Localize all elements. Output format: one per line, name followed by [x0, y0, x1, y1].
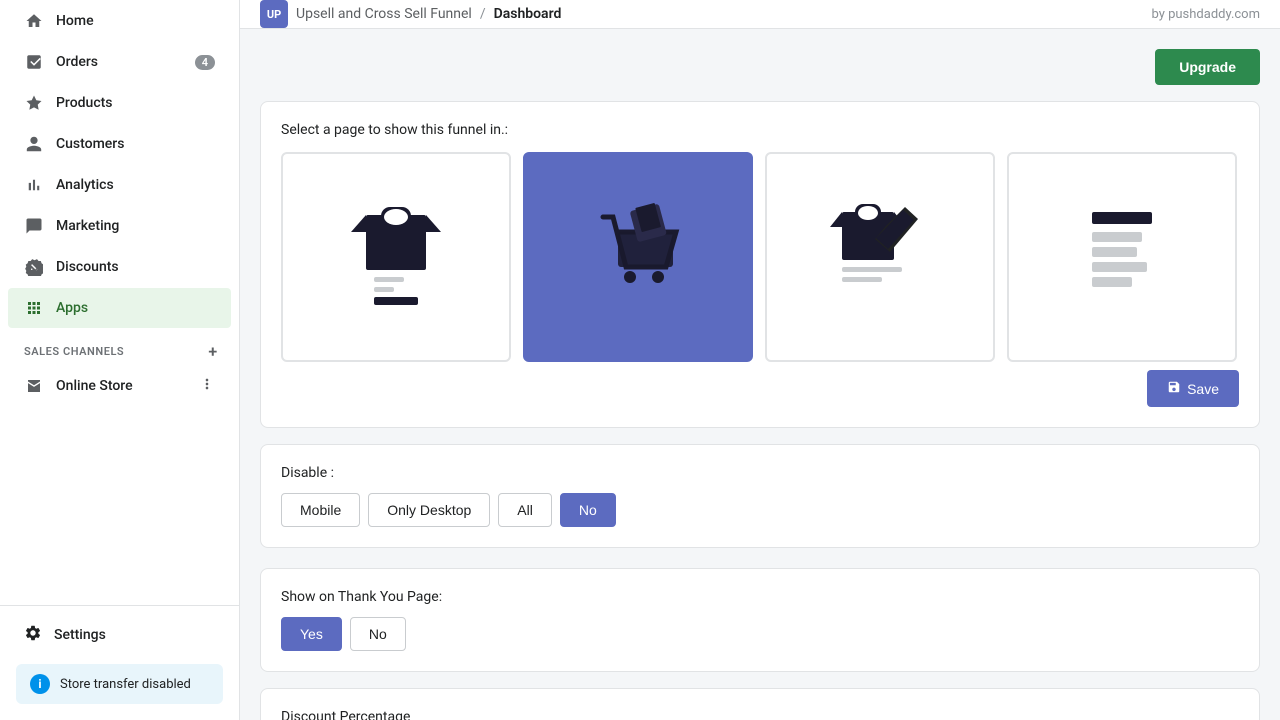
disable-label: Disable : [281, 465, 1239, 481]
top-bar: UP Upsell and Cross Sell Funnel / Dashbo… [240, 0, 1280, 29]
orders-badge: 4 [195, 55, 215, 70]
thank-you-card: Show on Thank You Page: Yes No [260, 568, 1260, 672]
sidebar-item-home[interactable]: Home [8, 1, 231, 41]
info-icon: i [30, 674, 50, 694]
disable-btn-group: Mobile Only Desktop All No [281, 493, 1239, 527]
sidebar-item-online-store[interactable]: Online Store [8, 366, 231, 406]
sidebar-products-label: Products [56, 95, 113, 111]
sidebar-discounts-label: Discounts [56, 259, 119, 275]
disable-all-button[interactable]: All [498, 493, 552, 527]
add-sales-channel-button[interactable]: + [203, 341, 223, 361]
sales-channels-label: SALES CHANNELS [24, 345, 124, 358]
sidebar-item-analytics[interactable]: Analytics [8, 165, 231, 205]
sidebar-bottom: Settings i Store transfer disabled [0, 605, 239, 720]
sales-channels-section: SALES CHANNELS + [0, 329, 239, 365]
disable-no-button[interactable]: No [560, 493, 616, 527]
sidebar-apps-label: Apps [56, 300, 88, 316]
save-button[interactable]: Save [1147, 370, 1239, 407]
app-name: Upsell and Cross Sell Funnel [296, 6, 472, 22]
discount-label: Discount Percentage [281, 709, 1239, 720]
apps-icon [24, 298, 44, 318]
page-selector [281, 152, 1239, 362]
disable-card: Disable : Mobile Only Desktop All No [260, 444, 1260, 548]
thank-you-label: Show on Thank You Page: [281, 589, 1239, 605]
sidebar-item-products[interactable]: Products [8, 83, 231, 123]
page-card-list[interactable] [1007, 152, 1237, 362]
sidebar-item-marketing[interactable]: Marketing [8, 206, 231, 246]
settings-icon [24, 624, 42, 646]
upgrade-button[interactable]: Upgrade [1155, 49, 1260, 85]
select-page-label: Select a page to show this funnel in.: [281, 122, 1239, 138]
discounts-icon [24, 257, 44, 277]
current-page-label: Dashboard [494, 6, 562, 22]
customers-icon [24, 134, 44, 154]
orders-icon [24, 52, 44, 72]
thank-you-btn-group: Yes No [281, 617, 1239, 651]
breadcrumb-separator: / [480, 6, 486, 22]
sidebar-orders-label: Orders [56, 54, 98, 70]
page-card-cart[interactable] [523, 152, 753, 362]
main-content: UP Upsell and Cross Sell Funnel / Dashbo… [240, 0, 1280, 720]
upgrade-row: Upgrade [260, 49, 1260, 85]
store-transfer-notice: i Store transfer disabled [16, 664, 223, 704]
sidebar-customers-label: Customers [56, 136, 124, 152]
sidebar-item-settings[interactable]: Settings [8, 614, 231, 656]
app-logo: UP [260, 0, 288, 28]
sidebar-marketing-label: Marketing [56, 218, 119, 234]
online-store-settings-icon[interactable] [199, 376, 215, 396]
thank-you-no-button[interactable]: No [350, 617, 406, 651]
online-store-label: Online Store [56, 378, 133, 394]
marketing-icon [24, 216, 44, 236]
store-transfer-label: Store transfer disabled [60, 677, 191, 692]
sidebar-home-label: Home [56, 13, 94, 29]
settings-label: Settings [54, 627, 106, 643]
thank-you-yes-button[interactable]: Yes [281, 617, 342, 651]
page-selector-card: Select a page to show this funnel in.: [260, 101, 1260, 428]
sidebar-item-apps[interactable]: Apps [8, 288, 231, 328]
home-icon [24, 11, 44, 31]
disable-mobile-button[interactable]: Mobile [281, 493, 360, 527]
sidebar-item-discounts[interactable]: Discounts [8, 247, 231, 287]
sidebar-nav: Home Orders 4 Products Customers [0, 0, 239, 605]
page-card-product[interactable] [281, 152, 511, 362]
disable-only-desktop-button[interactable]: Only Desktop [368, 493, 490, 527]
breadcrumb: UP Upsell and Cross Sell Funnel / Dashbo… [260, 0, 561, 28]
sidebar-item-orders[interactable]: Orders 4 [8, 42, 231, 82]
save-label: Save [1187, 381, 1219, 397]
online-store-icon [24, 376, 44, 396]
products-icon [24, 93, 44, 113]
save-row: Save [281, 370, 1239, 407]
page-card-checkout[interactable] [765, 152, 995, 362]
analytics-icon [24, 175, 44, 195]
sidebar-analytics-label: Analytics [56, 177, 114, 193]
sidebar-item-customers[interactable]: Customers [8, 124, 231, 164]
sidebar: Home Orders 4 Products Customers [0, 0, 240, 720]
discount-card: Discount Percentage [260, 688, 1260, 720]
by-text: by pushdaddy.com [1151, 7, 1260, 22]
content-area: Upgrade Select a page to show this funne… [240, 29, 1280, 720]
save-icon [1167, 380, 1181, 397]
